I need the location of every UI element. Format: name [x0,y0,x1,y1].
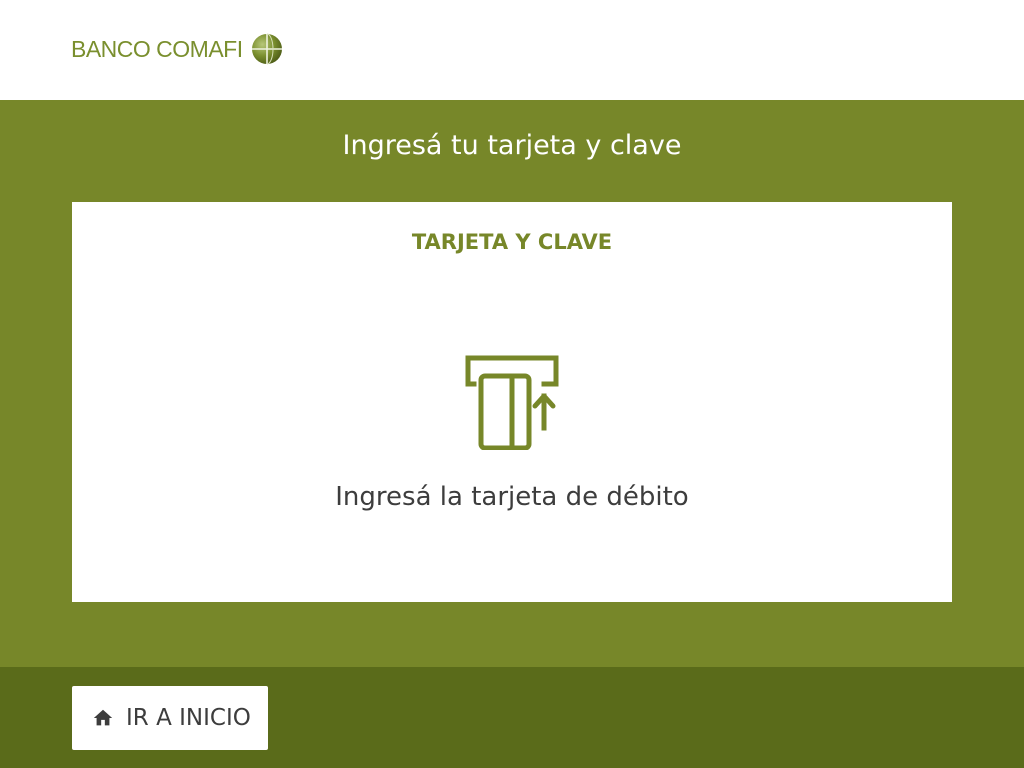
home-button-label: IR A INICIO [126,705,251,731]
card-insert-icon [465,355,559,450]
bank-logo: BANCO COMAFI [71,32,283,66]
footer: IR A INICIO [0,667,1024,768]
card-title: TARJETA Y CLAVE [411,230,613,254]
header: BANCO COMAFI [0,0,1024,100]
home-icon [93,709,113,726]
card-message: Ingresá la tarjeta de débito [335,482,689,512]
logo-text: BANCO COMAFI [71,35,243,62]
home-button[interactable]: IR A INICIO [72,686,268,750]
instruction-card: TARJETA Y CLAVE Ingresá la tarjeta de dé… [72,202,952,602]
main-panel: Ingresá tu tarjeta y clave TARJETA Y CLA… [0,100,1024,667]
page-title: Ingresá tu tarjeta y clave [342,130,682,161]
globe-icon [251,33,282,65]
